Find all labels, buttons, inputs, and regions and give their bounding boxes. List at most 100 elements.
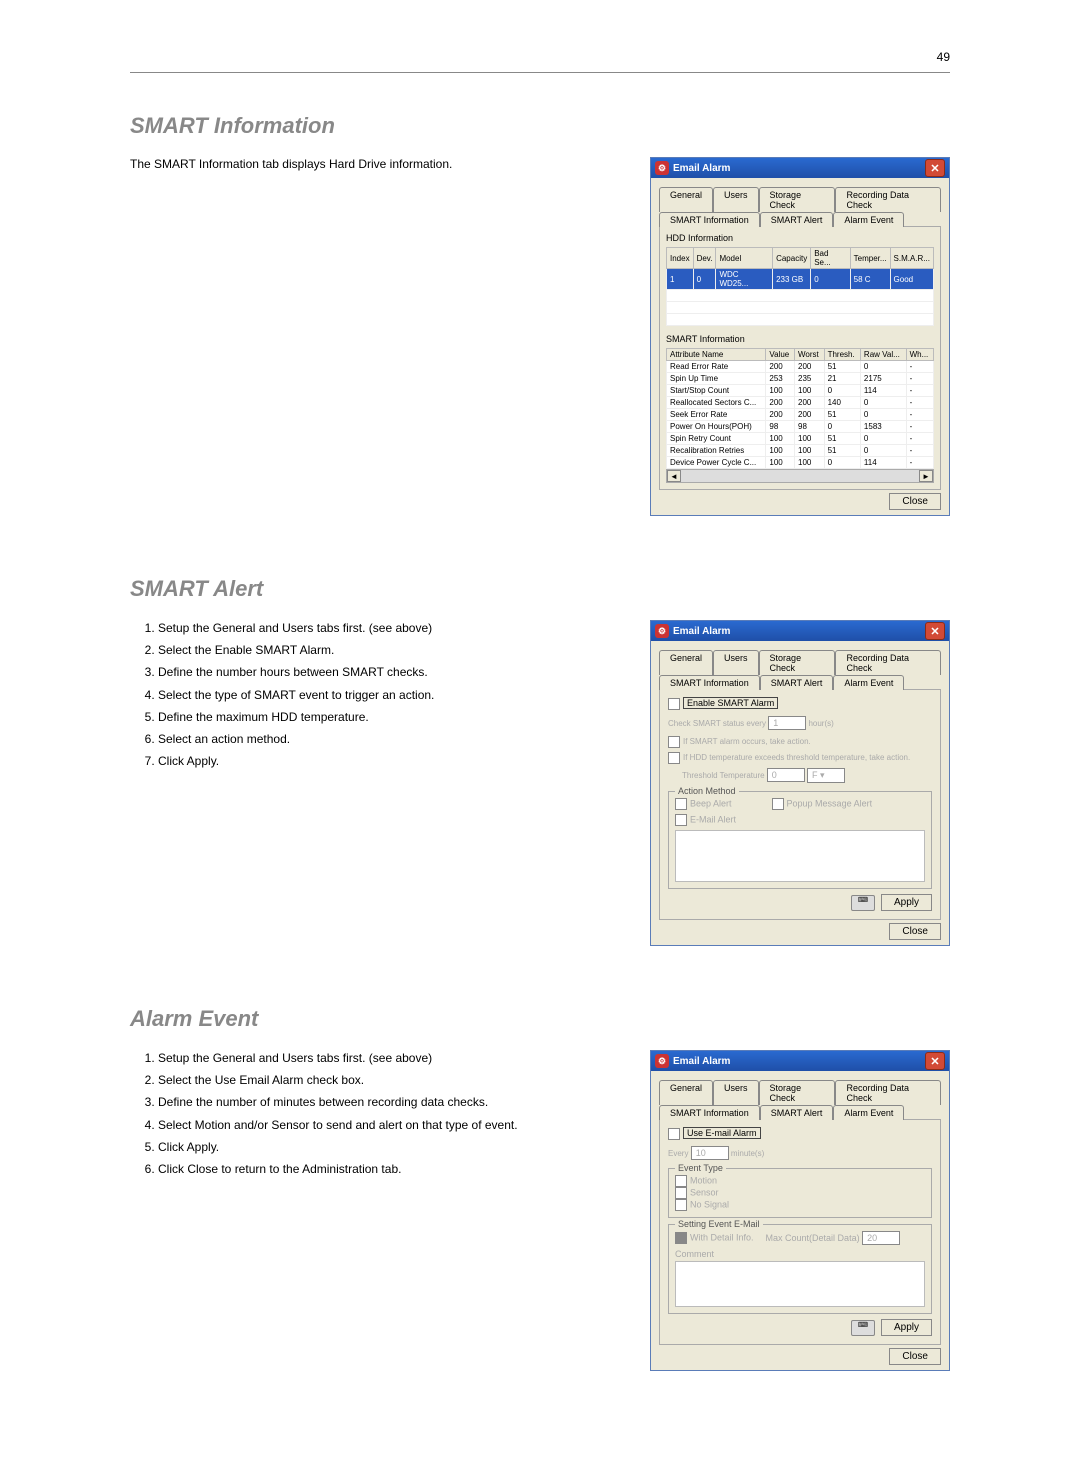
smart-info-intro: The SMART Information tab displays Hard … — [130, 157, 620, 171]
if-alarm-checkbox[interactable] — [668, 736, 680, 748]
close-icon[interactable]: ✕ — [925, 159, 945, 177]
keyboard-icon[interactable]: ⌨ — [851, 1320, 875, 1336]
smart-alert-steps: Setup the General and Users tabs first. … — [130, 620, 620, 769]
hdd-table: Index Dev. Model Capacity Bad Se... Temp… — [666, 247, 934, 326]
table-row[interactable]: Device Power Cycle C...1001000114- — [667, 457, 934, 469]
close-button[interactable]: Close — [889, 923, 941, 940]
tab-smart-info[interactable]: SMART Information — [659, 212, 760, 227]
tab-storage[interactable]: Storage Check — [759, 650, 836, 675]
close-button[interactable]: Close — [889, 493, 941, 510]
nosignal-checkbox[interactable] — [675, 1199, 687, 1211]
dialog-title: Email Alarm — [673, 626, 730, 637]
every-label: Every — [668, 1149, 688, 1158]
setting-email-label: Setting Event E-Mail — [675, 1219, 763, 1229]
tab-users[interactable]: Users — [713, 650, 759, 675]
threshold-input[interactable]: 0 — [767, 768, 805, 782]
email-alert-checkbox[interactable] — [675, 814, 687, 826]
tab-smart-alert[interactable]: SMART Alert — [760, 1105, 834, 1120]
apply-button[interactable]: Apply — [881, 1319, 932, 1336]
motion-checkbox[interactable] — [675, 1175, 687, 1187]
use-email-checkbox[interactable] — [668, 1128, 680, 1140]
tab-general[interactable]: General — [659, 187, 713, 212]
list-item: Select the Enable SMART Alarm. — [158, 642, 620, 658]
tab-alarm-event[interactable]: Alarm Event — [833, 212, 904, 227]
list-item: Click Apply. — [158, 1139, 620, 1155]
app-icon: ⚙ — [655, 161, 669, 175]
dialog-title: Email Alarm — [673, 1056, 730, 1067]
table-row[interactable]: Spin Up Time253235212175- — [667, 373, 934, 385]
close-icon[interactable]: ✕ — [925, 1052, 945, 1070]
table-row[interactable]: Start/Stop Count1001000114- — [667, 385, 934, 397]
list-item: Define the number hours between SMART ch… — [158, 664, 620, 680]
scrollbar-horizontal[interactable]: ◄► — [666, 469, 934, 483]
tab-recdata[interactable]: Recording Data Check — [835, 650, 941, 675]
tab-recdata[interactable]: Recording Data Check — [835, 1080, 941, 1105]
sensor-checkbox[interactable] — [675, 1187, 687, 1199]
apply-button[interactable]: Apply — [881, 894, 932, 911]
check-every-label: Check SMART status every — [668, 719, 766, 728]
list-item: Select an action method. — [158, 731, 620, 747]
table-row[interactable]: Spin Retry Count100100510- — [667, 433, 934, 445]
app-icon: ⚙ — [655, 1054, 669, 1068]
tab-smart-info[interactable]: SMART Information — [659, 1105, 760, 1120]
list-item: Select Motion and/or Sensor to send and … — [158, 1117, 620, 1133]
tab-general[interactable]: General — [659, 650, 713, 675]
tab-alarm-event[interactable]: Alarm Event — [833, 675, 904, 690]
dialog-smart-alert: ⚙ Email Alarm ✕ General Users Storage Ch… — [650, 620, 950, 946]
hdd-info-label: HDD Information — [666, 233, 934, 243]
use-email-label: Use E-mail Alarm — [683, 1127, 761, 1139]
every-unit: minute(s) — [731, 1149, 764, 1158]
titlebar: ⚙ Email Alarm ✕ — [651, 158, 949, 178]
table-row[interactable]: Read Error Rate200200510- — [667, 361, 934, 373]
popup-checkbox[interactable] — [772, 798, 784, 810]
enable-smart-checkbox[interactable] — [668, 698, 680, 710]
check-every-input[interactable]: 1 — [768, 716, 806, 730]
email-list — [675, 830, 925, 882]
check-every-unit: hour(s) — [808, 719, 833, 728]
if-alarm-label: If SMART alarm occurs, take action. — [683, 737, 811, 746]
max-count-input[interactable]: 20 — [862, 1231, 900, 1245]
every-input[interactable]: 10 — [691, 1146, 729, 1160]
tab-users[interactable]: Users — [713, 1080, 759, 1105]
smart-info-label: SMART Information — [666, 334, 934, 344]
tab-general[interactable]: General — [659, 1080, 713, 1105]
if-temp-label: If HDD temperature exceeds threshold tem… — [683, 753, 910, 762]
table-row[interactable]: Seek Error Rate200200510- — [667, 409, 934, 421]
table-row[interactable]: Power On Hours(POH)989801583- — [667, 421, 934, 433]
tab-recdata[interactable]: Recording Data Check — [835, 187, 941, 212]
divider — [130, 72, 950, 73]
list-item: Click Close to return to the Administrat… — [158, 1161, 620, 1177]
list-item: Select the Use Email Alarm check box. — [158, 1072, 620, 1088]
table-row[interactable]: Recalibration Retries100100510- — [667, 445, 934, 457]
if-temp-checkbox[interactable] — [668, 752, 680, 764]
close-icon[interactable]: ✕ — [925, 622, 945, 640]
enable-smart-label: Enable SMART Alarm — [683, 697, 778, 709]
list-item: Define the maximum HDD temperature. — [158, 709, 620, 725]
threshold-unit-select[interactable]: F ▾ — [807, 768, 845, 783]
table-row[interactable]: Reallocated Sectors C...2002001400- — [667, 397, 934, 409]
list-item: Setup the General and Users tabs first. … — [158, 1050, 620, 1066]
tab-smart-alert[interactable]: SMART Alert — [760, 675, 834, 690]
beep-checkbox[interactable] — [675, 798, 687, 810]
tab-storage[interactable]: Storage Check — [759, 1080, 836, 1105]
event-type-label: Event Type — [675, 1163, 726, 1173]
with-detail-checkbox[interactable] — [675, 1232, 687, 1244]
keyboard-icon[interactable]: ⌨ — [851, 895, 875, 911]
list-item: Setup the General and Users tabs first. … — [158, 620, 620, 636]
threshold-label: Threshold Temperature — [682, 771, 765, 780]
tab-alarm-event[interactable]: Alarm Event — [833, 1105, 904, 1120]
table-row[interactable]: 10WDC WD25...233 GB058 CGood — [667, 269, 934, 290]
comment-label: Comment — [675, 1249, 925, 1259]
alarm-event-steps: Setup the General and Users tabs first. … — [130, 1050, 620, 1177]
titlebar: ⚙ Email Alarm ✕ — [651, 621, 949, 641]
smart-table: Attribute Name Value Worst Thresh. Raw V… — [666, 348, 934, 469]
titlebar: ⚙ Email Alarm ✕ — [651, 1051, 949, 1071]
tab-smart-info[interactable]: SMART Information — [659, 675, 760, 690]
close-button[interactable]: Close — [889, 1348, 941, 1365]
tab-storage[interactable]: Storage Check — [759, 187, 836, 212]
comment-box[interactable] — [675, 1261, 925, 1307]
tab-users[interactable]: Users — [713, 187, 759, 212]
list-item: Select the type of SMART event to trigge… — [158, 687, 620, 703]
app-icon: ⚙ — [655, 624, 669, 638]
tab-smart-alert[interactable]: SMART Alert — [760, 212, 834, 227]
